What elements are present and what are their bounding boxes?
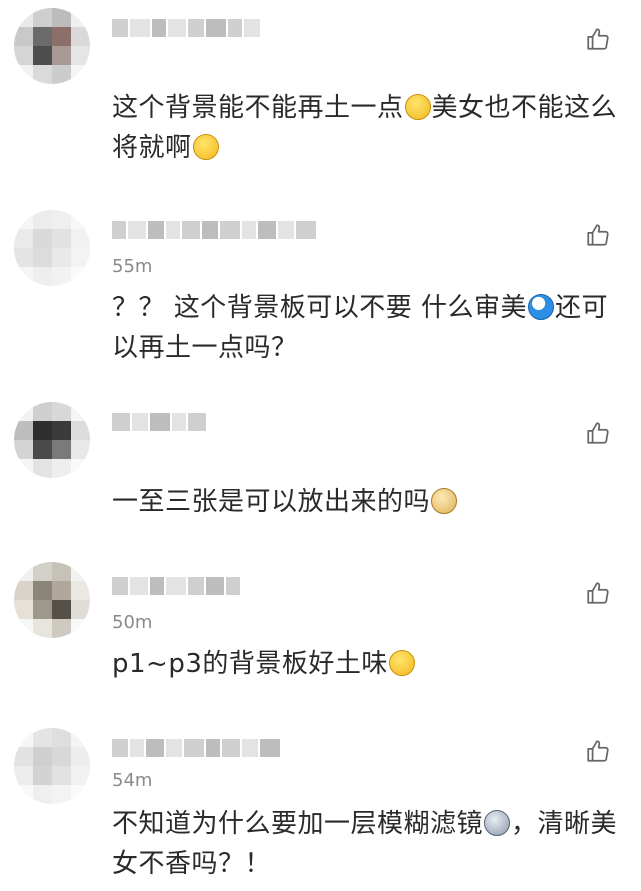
comment-text-part: 这个背景能不能再土一点 <box>112 93 404 123</box>
username-redacted[interactable] <box>112 572 240 600</box>
comment-text-part: 一至三张是可以放出来的吗 <box>112 487 431 517</box>
username-redacted[interactable] <box>112 734 280 762</box>
comment-time: 50m <box>112 612 153 633</box>
avatar[interactable] <box>14 210 90 286</box>
comment-text: 不知道为什么要加一层模糊滤镜 ，清晰美女不香吗？！ <box>112 804 623 884</box>
thumbs-up-icon <box>587 740 609 762</box>
avatar[interactable] <box>14 402 90 478</box>
comment-item: 这个背景能不能再土一点 美女也不能这么将就啊 <box>0 0 641 200</box>
thumbs-up-icon <box>587 28 609 50</box>
comment-text-part: 不知道为什么要加一层模糊滤镜 <box>112 809 484 839</box>
doge-emoji <box>431 488 458 514</box>
comment-item: 50m p1~p3的背景板好土味 <box>0 560 641 720</box>
comment-text: 一至三张是可以放出来的吗 <box>112 482 623 522</box>
blurred-avatar-image <box>14 210 90 286</box>
comment-text: p1~p3的背景板好土味 <box>112 644 623 684</box>
like-button[interactable] <box>585 26 611 52</box>
comment-time: 54m <box>112 770 153 791</box>
laughing-crying-emoji <box>388 650 415 676</box>
like-button[interactable] <box>585 580 611 606</box>
username-redacted[interactable] <box>112 14 260 42</box>
comment-text-part: ？？ 这个背景板可以不要 什么审美 <box>112 293 528 323</box>
blurred-avatar-image <box>14 8 90 84</box>
username-redacted[interactable] <box>112 408 206 436</box>
blurred-avatar-image <box>14 562 90 638</box>
unamused-emoji <box>192 134 219 160</box>
blurred-avatar-image <box>14 402 90 478</box>
comment-text: 这个背景能不能再土一点 美女也不能这么将就啊 <box>112 88 623 168</box>
comment-text: ？？ 这个背景板可以不要 什么审美 还可以再土一点吗？ <box>112 288 623 368</box>
thumbs-up-icon <box>587 224 609 246</box>
comment-time: 55m <box>112 256 153 277</box>
blurred-avatar-image <box>14 728 90 804</box>
thumbs-up-icon <box>587 422 609 444</box>
smirk-emoji <box>404 94 431 120</box>
like-button[interactable] <box>585 420 611 446</box>
doraemon-emoji <box>528 294 555 320</box>
avatar[interactable] <box>14 562 90 638</box>
screaming-emoji <box>484 810 511 836</box>
avatar[interactable] <box>14 728 90 804</box>
username-redacted[interactable] <box>112 216 316 244</box>
like-button[interactable] <box>585 222 611 248</box>
comment-item: 54m 不知道为什么要加一层模糊滤镜 ，清晰美女不香吗？！ <box>0 720 641 891</box>
comment-text-part: p1~p3的背景板好土味 <box>112 649 388 679</box>
comment-item: 55m ？？ 这个背景板可以不要 什么审美 还可以再土一点吗？ <box>0 200 641 390</box>
like-button[interactable] <box>585 738 611 764</box>
thumbs-up-icon <box>587 582 609 604</box>
avatar[interactable] <box>14 8 90 84</box>
comment-item: 一至三张是可以放出来的吗 <box>0 390 641 560</box>
